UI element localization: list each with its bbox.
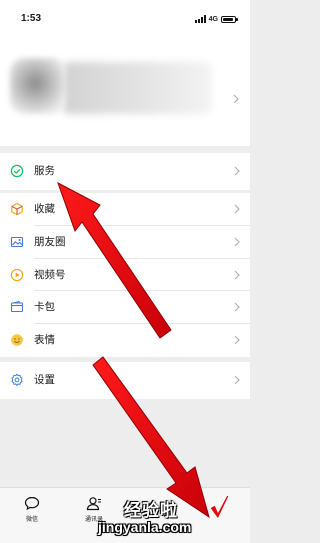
menu-item-label: 视频号: [34, 269, 66, 281]
group-services: 服务: [0, 153, 250, 190]
gear-icon: [11, 373, 23, 387]
menu-item-favorites[interactable]: 收藏: [0, 193, 250, 226]
status-bar: 1:53 4G: [0, 0, 250, 44]
menu-item-stickers[interactable]: 表情: [0, 324, 250, 357]
menu-item-channels[interactable]: 视频号: [0, 259, 250, 291]
chevron-right-icon: [234, 166, 240, 176]
menu-item-label: 设置: [34, 374, 55, 386]
network-type: 4G: [208, 15, 218, 23]
chevron-right-icon: [234, 335, 240, 345]
battery-icon: [221, 15, 238, 23]
image-icon: [10, 236, 24, 248]
checkmark-icon: [209, 494, 230, 520]
menu-item-service[interactable]: 服务: [0, 153, 250, 190]
menu-item-label: 卡包: [34, 301, 55, 313]
chevron-right-icon: [234, 270, 240, 280]
wallet-icon: [10, 301, 24, 313]
avatar: [10, 58, 66, 114]
menu-item-cards[interactable]: 卡包: [0, 291, 250, 324]
menu-item-moments[interactable]: 朋友圈: [0, 226, 250, 259]
tab-chats[interactable]: 微信: [12, 496, 52, 523]
service-icon: [10, 164, 24, 178]
battery-level: [223, 17, 233, 21]
chevron-right-icon: [234, 302, 240, 312]
chat-icon: [24, 496, 40, 511]
tab-label: 微信: [25, 517, 38, 523]
status-time: 1:53: [21, 13, 42, 24]
menu-item-label: 表情: [34, 334, 55, 346]
chevron-right-icon: [233, 94, 239, 104]
menu-item-label: 服务: [34, 165, 55, 177]
smile-icon: [11, 334, 23, 346]
play-icon: [10, 268, 24, 282]
profile-info-blurred: [62, 62, 212, 114]
cube-icon: [11, 202, 23, 216]
watermark: 经验啦 jingyanla.com: [96, 494, 248, 542]
menu-item-label: 收藏: [34, 203, 55, 215]
status-indicators: 4G: [194, 14, 238, 24]
chevron-right-icon: [234, 237, 240, 247]
chevron-right-icon: [234, 375, 240, 385]
watermark-url: jingyanla.com: [98, 519, 192, 535]
signal-icon: [194, 15, 206, 23]
group-settings: 设置: [0, 362, 250, 399]
menu-item-settings[interactable]: 设置: [0, 362, 250, 399]
menu-item-label: 朋友圈: [34, 236, 66, 248]
watermark-title: 经验啦: [124, 501, 178, 520]
group-discover-items: 收藏 朋友圈 视频号 卡包 表情: [0, 193, 250, 357]
profile-card[interactable]: [0, 44, 250, 146]
chevron-right-icon: [234, 204, 240, 214]
